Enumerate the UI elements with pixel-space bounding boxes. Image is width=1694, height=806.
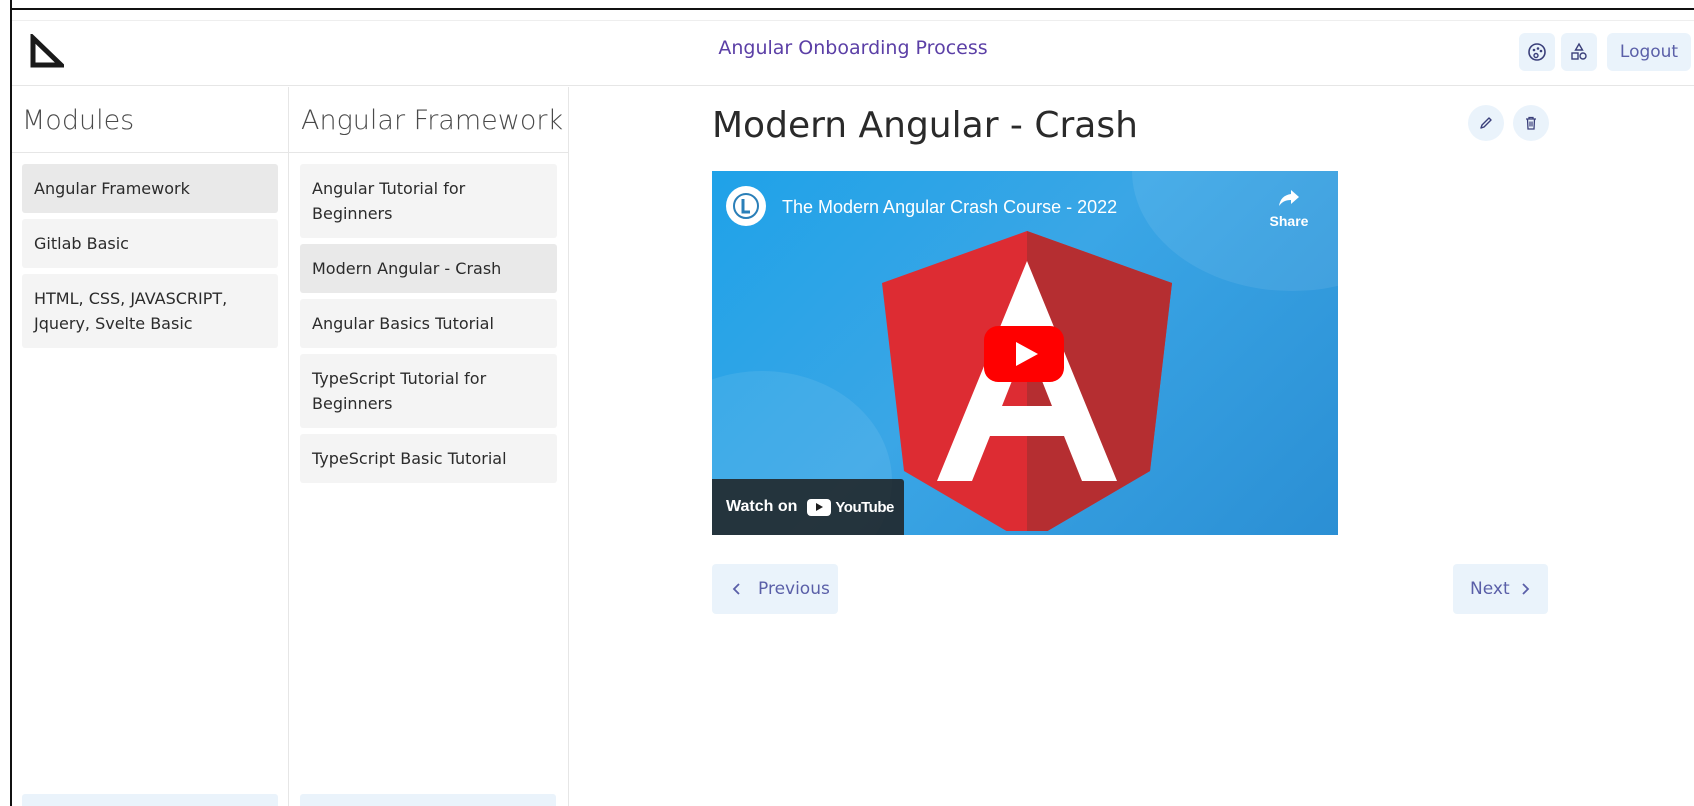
- edit-button[interactable]: [1468, 105, 1504, 141]
- previous-label: Previous: [758, 579, 830, 599]
- watch-on-label: Watch on: [726, 498, 798, 515]
- lesson-item-active[interactable]: Modern Angular - Crash: [300, 244, 557, 293]
- lessons-list: Angular Tutorial for Beginners Modern An…: [289, 153, 568, 483]
- app-window: Angular Onboarding Process Logout Module…: [0, 0, 1694, 806]
- next-label: Next: [1470, 579, 1510, 599]
- lesson-item[interactable]: TypeScript Basic Tutorial: [300, 434, 557, 483]
- youtube-logo: YouTube: [807, 498, 894, 516]
- theme-button[interactable]: [1519, 33, 1555, 71]
- lessons-heading: Angular Framework: [289, 87, 568, 153]
- module-item-angular-framework[interactable]: Angular Framework: [22, 164, 278, 213]
- chevron-right-icon: [1521, 583, 1529, 595]
- youtube-label: YouTube: [835, 498, 894, 516]
- lesson-content: Modern Angular - Crash The Modern Angula…: [570, 87, 1694, 806]
- module-item-gitlab-basic[interactable]: Gitlab Basic: [22, 219, 278, 268]
- modules-list: Angular Framework Gitlab Basic HTML, CSS…: [12, 153, 288, 348]
- app-title: Angular Onboarding Process: [718, 37, 988, 59]
- lessons-add-button[interactable]: [300, 794, 556, 806]
- lesson-item[interactable]: Angular Tutorial for Beginners: [300, 164, 557, 238]
- chevron-left-icon: [732, 583, 740, 595]
- channel-logo-icon: [733, 193, 759, 219]
- pencil-icon: [1480, 117, 1492, 129]
- next-button[interactable]: Next: [1453, 564, 1548, 614]
- youtube-play-icon: [807, 498, 832, 516]
- shapes-button[interactable]: [1561, 33, 1597, 71]
- lesson-item[interactable]: Angular Basics Tutorial: [300, 299, 557, 348]
- previous-button[interactable]: Previous: [712, 564, 838, 614]
- play-icon[interactable]: [984, 326, 1064, 382]
- video-title[interactable]: The Modern Angular Crash Course - 2022: [782, 197, 1117, 218]
- share-arrow-icon: [1279, 190, 1299, 206]
- module-item-html-css-js[interactable]: HTML, CSS, JAVASCRIPT, Jquery, Svelte Ba…: [22, 274, 278, 348]
- share-label: Share: [1269, 213, 1309, 229]
- lesson-title: Modern Angular - Crash: [712, 105, 1138, 146]
- palette-icon: [1528, 43, 1546, 61]
- share-button[interactable]: Share: [1264, 185, 1314, 229]
- channel-avatar[interactable]: [726, 186, 766, 226]
- top-header: Angular Onboarding Process Logout: [12, 20, 1694, 86]
- logout-button[interactable]: Logout: [1607, 33, 1691, 71]
- modules-add-button[interactable]: [22, 794, 278, 806]
- modules-heading: Modules: [12, 87, 288, 153]
- lessons-panel: Angular Framework Angular Tutorial for B…: [289, 87, 569, 806]
- watch-on-youtube[interactable]: Watch on YouTube: [712, 479, 904, 535]
- delete-button[interactable]: [1513, 105, 1549, 141]
- video-player[interactable]: The Modern Angular Crash Course - 2022 S…: [712, 171, 1338, 535]
- lesson-item[interactable]: TypeScript Tutorial for Beginners: [300, 354, 557, 428]
- trash-icon: [1526, 116, 1536, 130]
- modules-panel: Modules Angular Framework Gitlab Basic H…: [12, 87, 289, 806]
- window-border-top: [10, 8, 1694, 10]
- shapes-icon: [1571, 42, 1587, 60]
